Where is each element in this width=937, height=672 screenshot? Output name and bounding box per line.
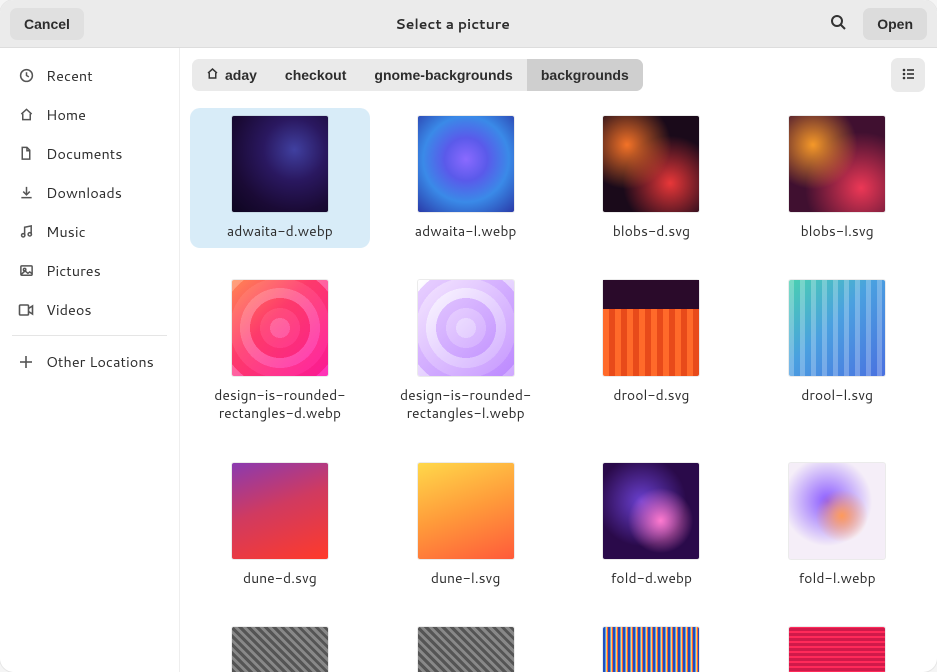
path-toolbar: aday checkout gnome-backgrounds backgrounds (180, 48, 937, 102)
sidebar-separator (12, 335, 167, 336)
list-view-icon (901, 67, 915, 84)
plus-icon (18, 354, 34, 370)
file-item[interactable]: dune-l.svg (376, 455, 556, 595)
file-thumbnail (789, 463, 885, 559)
file-name: drool-l.svg (801, 386, 873, 404)
file-name: adwaita-l.webp (415, 222, 517, 240)
breadcrumb-segment[interactable]: backgrounds (527, 59, 643, 91)
file-thumbnail (603, 116, 699, 212)
clock-icon (18, 68, 34, 84)
pictures-icon (18, 263, 34, 279)
search-icon (830, 14, 846, 33)
file-thumbnail (789, 627, 885, 672)
file-name: adwaita-d.webp (227, 222, 333, 240)
file-item[interactable] (376, 619, 556, 672)
file-thumbnail (603, 280, 699, 376)
main-panel: aday checkout gnome-backgrounds backgrounds… (180, 48, 937, 672)
file-grid[interactable]: adwaita-d.webp adwaita-l.webp blobs-d.svg b… (180, 102, 937, 672)
sidebar-item-label: Pictures (46, 260, 101, 281)
file-name: blobs-d.svg (613, 222, 690, 240)
sidebar-item-documents[interactable]: Documents (0, 134, 179, 173)
breadcrumb-label: aday (225, 67, 257, 83)
file-thumbnail (232, 116, 328, 212)
places-sidebar: Recent Home Documents Downloads Music Picture… (0, 48, 180, 672)
file-item[interactable]: adwaita-d.webp (190, 108, 370, 248)
file-thumbnail (418, 627, 514, 672)
file-thumbnail (232, 463, 328, 559)
file-item[interactable]: fold-l.webp (747, 455, 927, 595)
view-toggle-button[interactable] (891, 58, 925, 92)
sidebar-item-label: Home (46, 104, 86, 125)
sidebar-item-downloads[interactable]: Downloads (0, 173, 179, 212)
breadcrumb-label: gnome-backgrounds (374, 67, 512, 83)
file-name: dune-l.svg (431, 569, 501, 587)
cancel-button[interactable]: Cancel (10, 8, 84, 40)
file-name: blobs-l.svg (801, 222, 874, 240)
file-name: fold-l.webp (799, 569, 876, 587)
sidebar-item-label: Documents (46, 143, 122, 164)
file-item[interactable] (190, 619, 370, 672)
file-chooser-window: Cancel Select a picture Open Recent Home D… (0, 0, 937, 672)
file-item[interactable]: drool-d.svg (562, 272, 742, 430)
sidebar-item-other-locations[interactable]: Other Locations (0, 342, 179, 381)
sidebar-item-label: Recent (46, 65, 93, 86)
file-name: drool-d.svg (613, 386, 689, 404)
sidebar-item-home[interactable]: Home (0, 95, 179, 134)
sidebar-item-label: Music (46, 221, 86, 242)
file-item[interactable]: dune-d.svg (190, 455, 370, 595)
search-button[interactable] (821, 7, 855, 41)
file-name: dune-d.svg (243, 569, 317, 587)
file-thumbnail (603, 463, 699, 559)
file-thumbnail (789, 116, 885, 212)
file-thumbnail (418, 463, 514, 559)
breadcrumb-segment[interactable]: checkout (271, 59, 360, 91)
breadcrumb: aday checkout gnome-backgrounds backgrounds (192, 59, 643, 91)
home-icon (18, 107, 34, 123)
file-name: fold-d.webp (611, 569, 692, 587)
file-thumbnail (789, 280, 885, 376)
sidebar-item-videos[interactable]: Videos (0, 290, 179, 329)
file-thumbnail (232, 627, 328, 672)
breadcrumb-segment[interactable]: gnome-backgrounds (360, 59, 526, 91)
sidebar-item-label: Videos (46, 299, 92, 320)
sidebar-item-recent[interactable]: Recent (0, 56, 179, 95)
file-item[interactable]: blobs-d.svg (562, 108, 742, 248)
file-item[interactable]: design-is-rounded-rectangles-l.webp (376, 272, 556, 430)
file-name: design-is-rounded-rectangles-l.webp (386, 386, 546, 422)
breadcrumb-label: checkout (285, 67, 346, 83)
file-item[interactable] (562, 619, 742, 672)
file-thumbnail (418, 280, 514, 376)
file-item[interactable]: drool-l.svg (747, 272, 927, 430)
file-thumbnail (418, 116, 514, 212)
videos-icon (18, 302, 34, 318)
file-item[interactable]: blobs-l.svg (747, 108, 927, 248)
body: Recent Home Documents Downloads Music Picture… (0, 48, 937, 672)
sidebar-item-label: Downloads (46, 182, 122, 203)
home-icon (206, 67, 219, 83)
breadcrumb-label: backgrounds (541, 67, 629, 83)
sidebar-item-pictures[interactable]: Pictures (0, 251, 179, 290)
file-item[interactable]: fold-d.webp (562, 455, 742, 595)
open-button[interactable]: Open (863, 8, 927, 40)
file-item[interactable] (747, 619, 927, 672)
file-item[interactable]: design-is-rounded-rectangles-d.webp (190, 272, 370, 430)
file-name: design-is-rounded-rectangles-d.webp (200, 386, 360, 422)
breadcrumb-segment[interactable]: aday (192, 59, 271, 91)
window-title: Select a picture (92, 14, 813, 34)
sidebar-item-label: Other Locations (46, 351, 154, 372)
downloads-icon (18, 185, 34, 201)
sidebar-item-music[interactable]: Music (0, 212, 179, 251)
documents-icon (18, 146, 34, 162)
header-bar: Cancel Select a picture Open (0, 0, 937, 48)
file-thumbnail (603, 627, 699, 672)
music-icon (18, 224, 34, 240)
file-thumbnail (232, 280, 328, 376)
file-item[interactable]: adwaita-l.webp (376, 108, 556, 248)
